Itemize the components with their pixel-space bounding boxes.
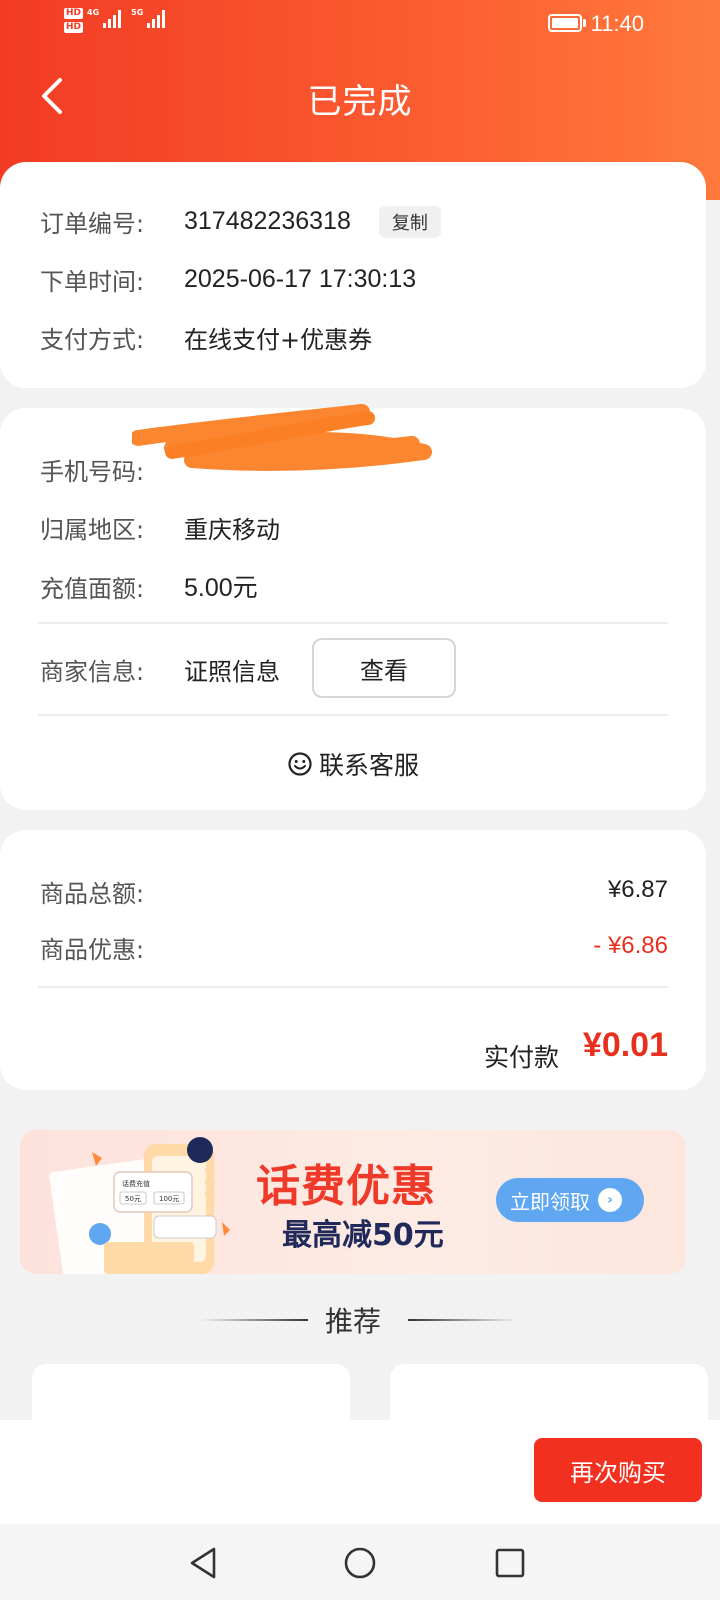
claim-now-label: 立即领取 (510, 1189, 590, 1214)
signal-group: HD HD 4G 5G (64, 8, 171, 33)
order-time-row: 下单时间: 2025-06-17 17:30:13 (40, 262, 416, 297)
nav-home-icon[interactable] (340, 1543, 380, 1583)
total-value: ¥6.87 (607, 876, 668, 903)
pay-method-row: 支付方式: 在线支付+优惠券 (40, 320, 372, 355)
order-number-row: 订单编号: 317482236318 复制 (40, 204, 441, 239)
divider (38, 714, 668, 716)
nav-back-icon[interactable] (184, 1543, 224, 1583)
total-label: 商品总额: (40, 880, 145, 908)
discount-value: - ¥6.86 (593, 932, 668, 959)
banner-title: 话费优惠 (256, 1161, 436, 1212)
banner-subtitle: 最高减50元 (282, 1218, 444, 1253)
claim-now-button[interactable]: 立即领取 › (496, 1178, 644, 1222)
contact-service-label: 联系客服 (318, 751, 419, 780)
divider (38, 622, 668, 624)
nav-recents-icon[interactable] (490, 1543, 530, 1583)
contact-service-button[interactable]: 联系客服 (0, 746, 706, 782)
pay-method-value: 在线支付+优惠券 (184, 326, 373, 354)
smile-icon (288, 752, 312, 776)
order-time-label: 下单时间: (40, 268, 145, 296)
region-value: 重庆移动 (184, 516, 280, 544)
copy-button[interactable]: 复制 (378, 205, 441, 238)
payment-summary-card: 商品总额: ¥6.87 商品优惠: - ¥6.86 实付款 ¥0.01 (0, 830, 706, 1090)
discount-label: 商品优惠: (40, 936, 145, 964)
mini-card-title: 话费充值 (122, 1179, 150, 1188)
total-row: 商品总额: (40, 874, 184, 909)
view-license-button[interactable]: 查看 (312, 638, 456, 698)
order-info-card: 订单编号: 317482236318 复制 下单时间: 2025-06-17 1… (0, 162, 706, 388)
arrow-right-icon: › (598, 1188, 622, 1212)
promo-banner[interactable]: 话费充值 50元 100元 话费优惠 最高减50元 立即领取 › (20, 1130, 686, 1274)
signal-icon-2 (147, 8, 166, 28)
paid-value: ¥0.01 (582, 1026, 668, 1064)
divider (38, 986, 668, 988)
amount-row: 充值面额: 5.00元 (40, 568, 258, 604)
merchant-row: 商家信息: 证照信息 (40, 652, 280, 687)
buy-again-button[interactable]: 再次购买 (534, 1438, 702, 1502)
order-number-label: 订单编号: (40, 210, 145, 238)
order-number-value: 317482236318 (184, 207, 351, 235)
region-row: 归属地区: 重庆移动 (40, 510, 280, 545)
amount-label: 充值面额: (40, 574, 145, 603)
recommend-line-right (408, 1319, 516, 1321)
pay-method-label: 支付方式: (40, 326, 145, 354)
hd-badge-1: HD (64, 8, 84, 19)
recommend-title: 推荐 (324, 1305, 381, 1338)
discount-row: 商品优惠: (40, 930, 184, 965)
status-bar: HD HD 4G 5G 11:40 (0, 0, 720, 48)
phone-bill-illustration: 话费充值 50元 100元 (49, 1137, 230, 1274)
network-label-4g: 4G (87, 8, 100, 17)
recommend-card[interactable] (32, 1364, 350, 1424)
redaction-scribble (132, 404, 432, 471)
battery-icon (548, 14, 586, 32)
network-label-5g: 5G (131, 8, 144, 17)
merchant-value: 证照信息 (184, 658, 280, 686)
mini-card-option-1: 50元 (125, 1195, 141, 1203)
recommend-card[interactable] (390, 1364, 708, 1424)
amount-value: 5.00元 (184, 574, 258, 602)
order-time-value: 2025-06-17 17:30:13 (184, 265, 417, 293)
paid-label: 实付款 (484, 1043, 560, 1072)
status-time: 11:40 (590, 11, 644, 36)
mini-card-option-2: 100元 (159, 1195, 179, 1203)
merchant-label: 商家信息: (40, 658, 145, 686)
page-title: 已完成 (307, 82, 413, 122)
hd-badge-2: HD (64, 22, 84, 33)
region-label: 归属地区: (40, 516, 145, 544)
signal-icon (103, 8, 122, 28)
